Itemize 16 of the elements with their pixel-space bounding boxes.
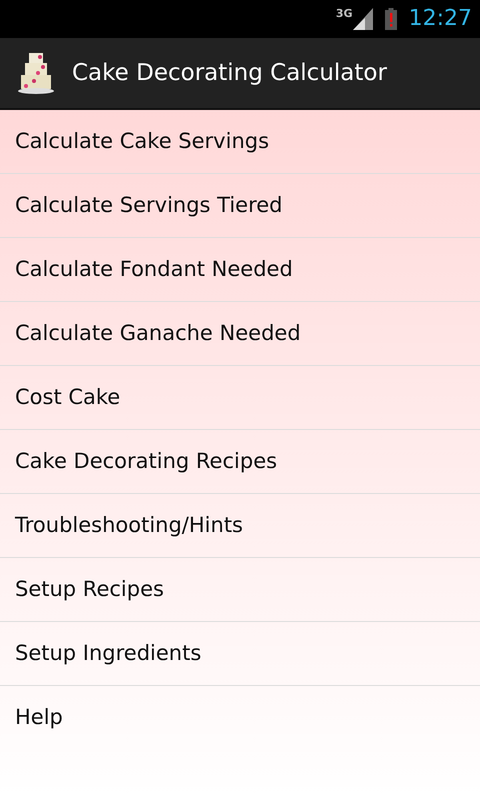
app-title: Cake Decorating Calculator: [72, 58, 387, 88]
menu-item[interactable]: Help: [0, 686, 480, 750]
menu-item[interactable]: Calculate Fondant Needed: [0, 238, 480, 302]
menu-item[interactable]: Cake Decorating Recipes: [0, 430, 480, 494]
battery-alert-icon: [384, 8, 397, 30]
menu-item[interactable]: Calculate Servings Tiered: [0, 174, 480, 238]
network-type: 3G: [336, 8, 353, 19]
menu-item[interactable]: Calculate Cake Servings: [0, 110, 480, 174]
menu-item[interactable]: Calculate Ganache Needed: [0, 302, 480, 366]
menu-item[interactable]: Setup Recipes: [0, 558, 480, 622]
menu-item[interactable]: Setup Ingredients: [0, 622, 480, 686]
menu-item[interactable]: Troubleshooting/Hints: [0, 494, 480, 558]
cake-icon: [16, 51, 56, 95]
menu-item[interactable]: Cost Cake: [0, 366, 480, 430]
signal-icon: [352, 8, 373, 30]
clock: 12:27: [408, 8, 472, 30]
